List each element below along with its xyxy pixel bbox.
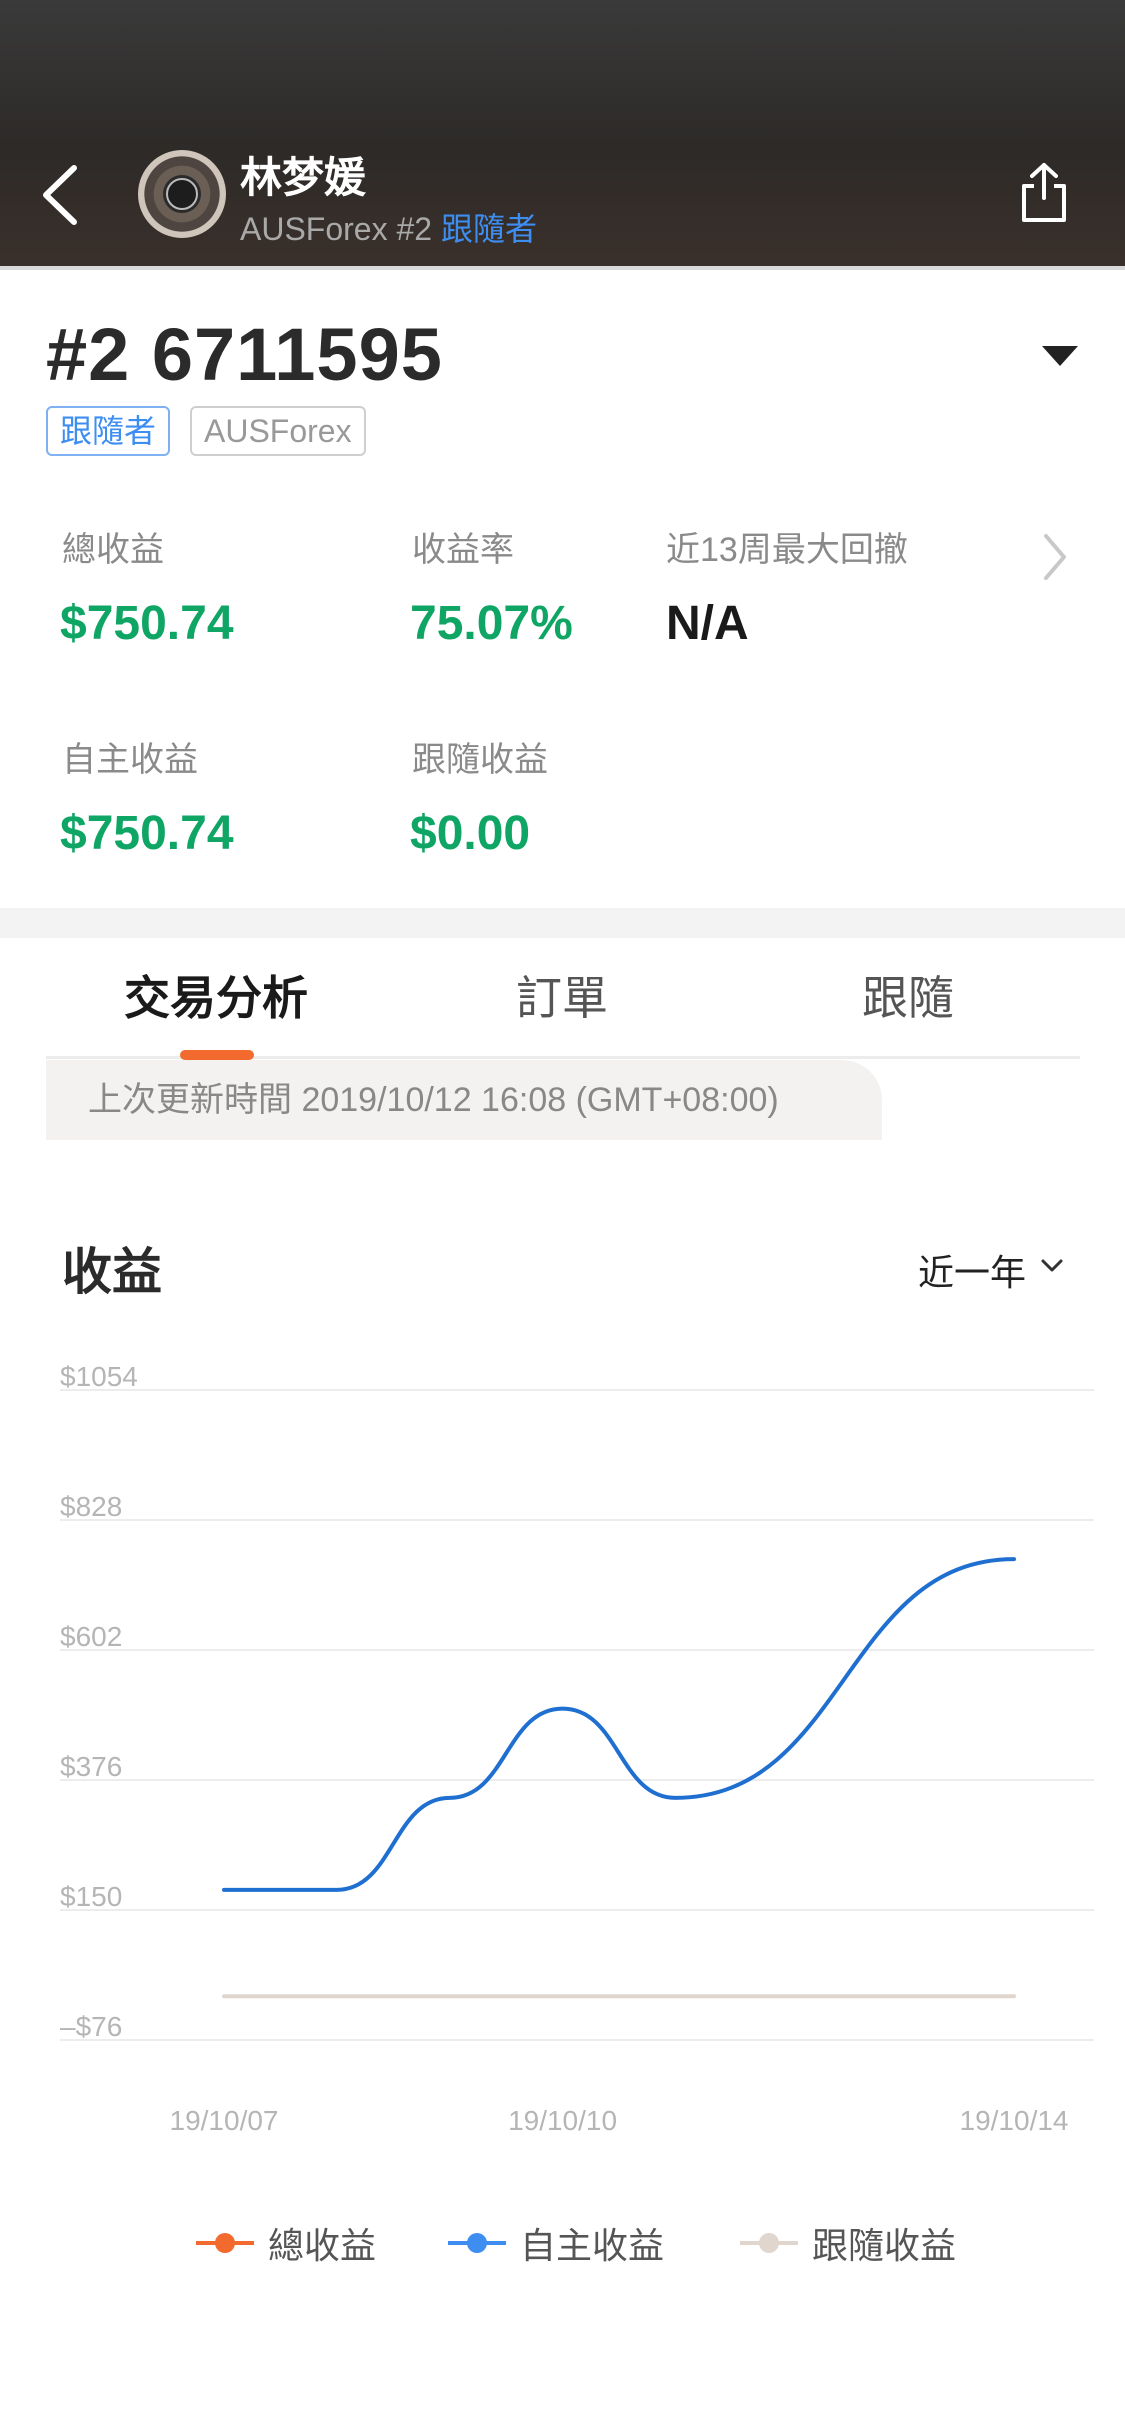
account-dropdown-icon[interactable] <box>1042 346 1078 366</box>
legend-item-follow[interactable]: 跟隨收益 <box>740 2218 956 2268</box>
legend-label-follow: 跟隨收益 <box>812 2225 957 2266</box>
profile-header: 林梦媛 AUSForex #2 跟隨者 <box>0 0 1125 266</box>
tab-following[interactable]: 跟隨 <box>862 962 954 1028</box>
user-name: 林梦媛 <box>240 154 367 201</box>
tab-trade-analysis[interactable]: 交易分析 <box>124 962 308 1028</box>
account-subtitle: AUSForex #2 跟隨者 <box>240 204 537 250</box>
share-icon[interactable] <box>1018 162 1070 224</box>
follow-profit-label: 跟隨收益 <box>412 741 548 779</box>
x-tick-label: 19/10/14 <box>960 2105 1069 2136</box>
total-profit-label: 總收益 <box>62 531 164 569</box>
tab-orders[interactable]: 訂單 <box>516 962 608 1028</box>
y-tick-label: $376 <box>60 1751 122 1782</box>
x-tick-label: 19/10/10 <box>508 2105 617 2136</box>
self-profit-label: 自主收益 <box>62 741 198 779</box>
legend-marker-total <box>196 2233 254 2253</box>
legend-marker-follow <box>740 2233 798 2253</box>
follow-profit-value: $0.00 <box>410 807 531 860</box>
legend-item-self[interactable]: 自主收益 <box>448 2218 664 2268</box>
total-profit-value: $750.74 <box>60 597 234 650</box>
legend-marker-self <box>448 2233 506 2253</box>
active-tab-indicator <box>180 1050 254 1060</box>
y-tick-label: $150 <box>60 1881 122 1912</box>
avatar[interactable] <box>138 150 226 238</box>
range-selector[interactable]: 近一年 <box>918 1244 1026 1296</box>
series-line-self <box>222 1557 1016 1892</box>
header-divider <box>0 266 1125 270</box>
tag-follower: 跟隨者 <box>46 406 171 456</box>
account-number: #2 <box>396 211 433 247</box>
section-gap <box>0 908 1125 938</box>
y-tick-label: $1054 <box>60 1361 138 1392</box>
account-title: #2 6711595 <box>46 313 443 396</box>
chevron-down-icon[interactable] <box>1038 1256 1066 1276</box>
max-drawdown-label: 近13周最大回撤 <box>666 531 908 569</box>
profit-rate-value: 75.07% <box>410 597 573 650</box>
chart-title: 收益 <box>62 1244 162 1300</box>
chevron-right-icon[interactable] <box>1040 530 1070 584</box>
role-label: 跟隨者 <box>440 211 537 247</box>
broker-name: AUSForex <box>240 211 388 247</box>
legend-item-total[interactable]: 總收益 <box>196 2218 376 2268</box>
legend-label-total: 總收益 <box>268 2225 377 2266</box>
back-icon[interactable] <box>36 160 88 230</box>
y-tick-label: $828 <box>60 1491 122 1522</box>
y-tick-label: $602 <box>60 1621 122 1652</box>
profit-chart: $1054 $828 $602 $376 $150 –$76 19/10/07 19/10/1… <box>60 1361 1094 2136</box>
x-tick-label: 19/10/07 <box>170 2105 279 2136</box>
legend-label-self: 自主收益 <box>520 2225 665 2266</box>
self-profit-value: $750.74 <box>60 807 234 860</box>
y-tick-label: –$76 <box>60 2011 122 2042</box>
tag-broker: AUSForex <box>190 406 366 456</box>
max-drawdown-value: N/A <box>666 597 749 650</box>
last-update-text: 上次更新時間 2019/10/12 16:08 (GMT+08:00) <box>46 1060 882 1140</box>
profit-rate-label: 收益率 <box>412 531 514 569</box>
